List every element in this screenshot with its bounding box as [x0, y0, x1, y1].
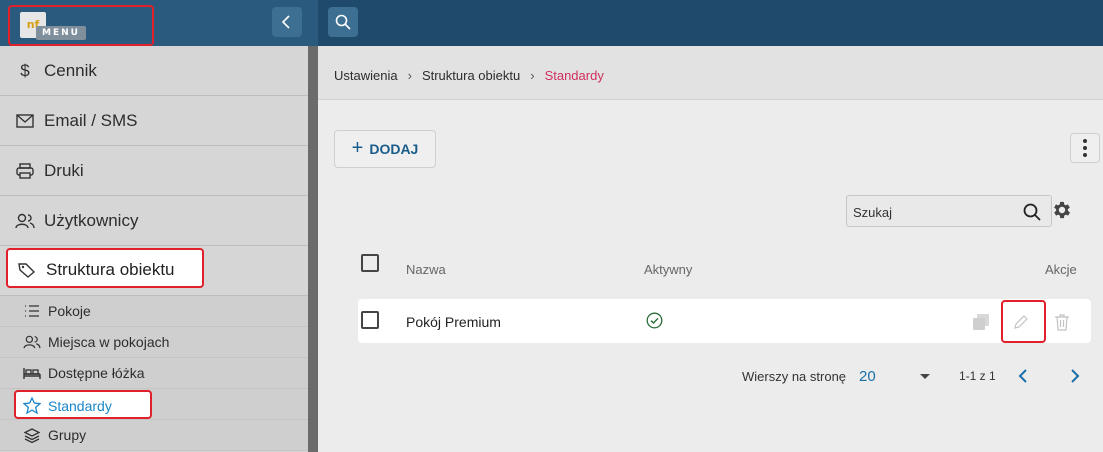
sidebar-subitem-lozka[interactable]: Dostępne łóżka	[0, 358, 308, 389]
users-icon	[22, 335, 42, 349]
gear-icon	[1054, 201, 1070, 219]
sidebar-item-label: Cennik	[44, 60, 97, 80]
column-header-akcje: Akcje	[1045, 262, 1077, 277]
plus-icon: +	[351, 136, 364, 159]
edit-button[interactable]	[1006, 307, 1036, 337]
search-icon	[335, 14, 351, 30]
sidebar-item-label: Struktura obiektu	[46, 260, 175, 279]
layers-icon	[22, 427, 42, 443]
sidebar-subitem-label: Miejsca w pokojach	[48, 334, 170, 350]
row-name: Pokój Premium	[406, 314, 501, 330]
top-search-button[interactable]	[328, 7, 358, 37]
users-icon	[14, 213, 36, 229]
search-field	[846, 195, 1052, 227]
mail-icon	[14, 113, 36, 128]
chevron-right-icon	[1071, 369, 1080, 383]
delete-button[interactable]	[1047, 307, 1077, 337]
bed-icon	[22, 366, 42, 380]
sidebar-item-email-sms[interactable]: Email / SMS	[0, 96, 308, 146]
sidebar-divider[interactable]	[308, 46, 318, 452]
sidebar-item-druki[interactable]: Druki	[0, 146, 308, 196]
sidebar-subitem-grupy[interactable]: Grupy	[0, 420, 308, 451]
breadcrumb: Ustawienia › Struktura obiektu › Standar…	[334, 68, 604, 83]
kebab-icon	[1083, 139, 1087, 143]
dollar-icon: $	[20, 60, 30, 80]
check-circle-icon	[646, 312, 663, 334]
tag-icon	[16, 262, 38, 278]
sidebar-subitem-label: Grupy	[48, 427, 87, 443]
sidebar-item-uzytkownicy[interactable]: Użytkownicy	[0, 196, 308, 246]
collapse-sidebar-button[interactable]	[272, 7, 302, 37]
more-options-button[interactable]	[1070, 133, 1100, 163]
sidebar-item-label: Druki	[44, 160, 84, 180]
chevron-left-icon	[281, 15, 290, 29]
breadcrumb-item-current: Standardy	[544, 68, 604, 83]
table-settings-button[interactable]	[1051, 199, 1073, 226]
sidebar-item-struktura-highlight[interactable]: Struktura obiektu	[6, 248, 204, 288]
sidebar-subitem-label: Pokoje	[48, 303, 91, 319]
chevron-left-icon	[1018, 369, 1027, 383]
trash-icon	[1055, 314, 1069, 331]
rows-per-page-label: Wierszy na stronę	[742, 369, 847, 384]
sidebar-subitem-pokoje[interactable]: Pokoje	[0, 296, 308, 327]
menu-logo-button[interactable]: nf MENU	[8, 5, 154, 46]
select-all-checkbox[interactable]	[361, 254, 379, 272]
column-header-aktywny[interactable]: Aktywny	[644, 262, 692, 277]
sidebar-item-label: Użytkownicy	[44, 210, 139, 230]
breadcrumb-item-struktura[interactable]: Struktura obiektu	[422, 68, 520, 83]
search-icon[interactable]	[1023, 203, 1041, 221]
copy-icon	[973, 314, 989, 330]
sidebar-subitem-standardy[interactable]: Standardy	[14, 390, 152, 419]
chevron-right-icon: ›	[407, 68, 412, 83]
main-content	[318, 46, 1103, 452]
caret-down-icon[interactable]	[920, 374, 930, 379]
sidebar-subitem-label: Dostępne łóżka	[48, 365, 145, 381]
chevron-right-icon: ›	[530, 68, 535, 83]
star-icon	[22, 397, 42, 414]
add-button[interactable]: + DODAJ	[334, 130, 436, 168]
previous-page-button[interactable]	[1016, 367, 1030, 390]
column-header-nazwa[interactable]: Nazwa	[406, 262, 446, 277]
next-page-button[interactable]	[1068, 367, 1082, 390]
breadcrumb-item-ustawienia[interactable]: Ustawienia	[334, 68, 398, 83]
rows-per-page-select[interactable]: 20	[859, 368, 876, 385]
pagination-range: 1-1 z 1	[959, 369, 996, 383]
sidebar-subitem-label: Standardy	[48, 397, 112, 414]
row-checkbox[interactable]	[361, 311, 379, 329]
menu-label: MENU	[36, 26, 86, 40]
search-input[interactable]	[853, 202, 1013, 222]
printer-icon	[14, 162, 36, 179]
sidebar-item-label: Email / SMS	[44, 110, 138, 130]
sidebar-item-cennik[interactable]: $ Cennik	[0, 46, 308, 96]
list-icon	[22, 305, 42, 317]
pencil-icon	[1014, 315, 1028, 329]
add-button-label: DODAJ	[369, 141, 419, 157]
copy-button[interactable]	[966, 307, 996, 337]
sidebar-subitem-miejsca[interactable]: Miejsca w pokojach	[0, 327, 308, 358]
